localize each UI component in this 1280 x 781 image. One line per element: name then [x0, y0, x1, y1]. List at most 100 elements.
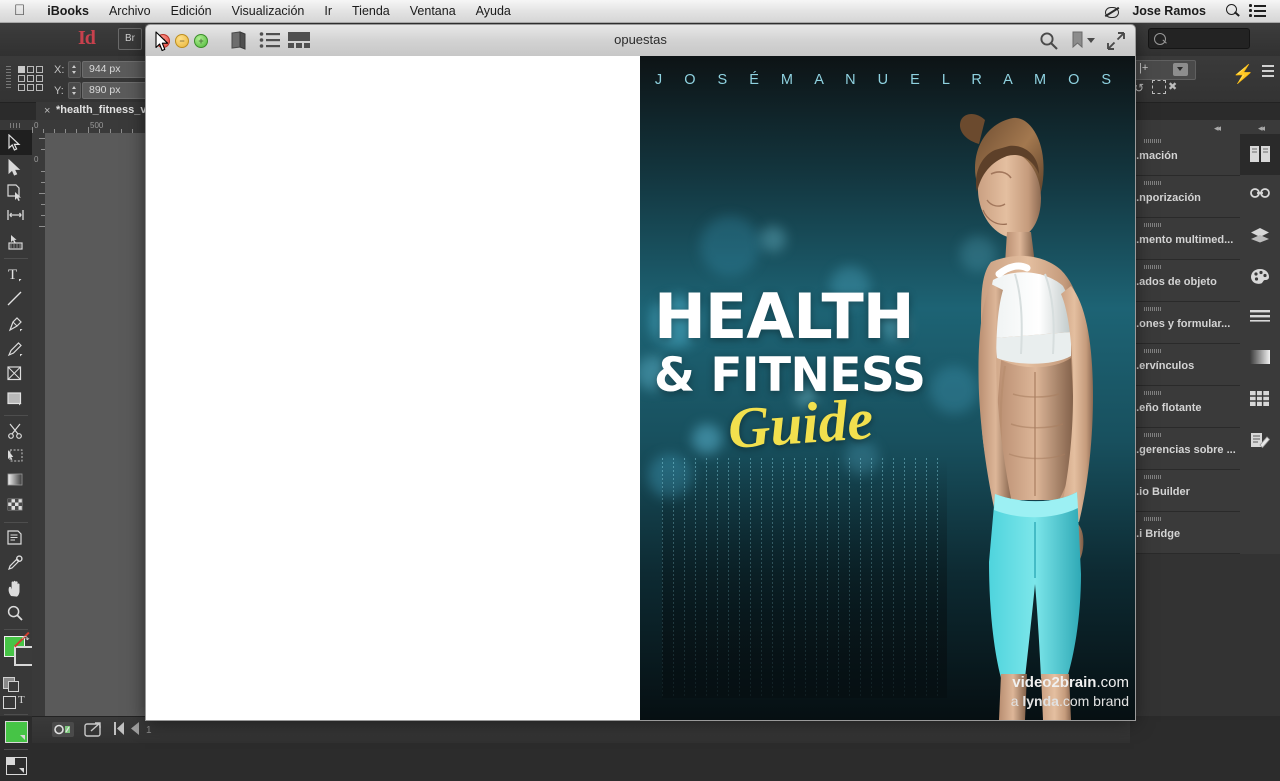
bookmark-icon[interactable]: [1070, 31, 1096, 51]
x-field[interactable]: 944 px: [82, 61, 152, 78]
reference-point-proxy[interactable]: [18, 66, 46, 92]
note-tool[interactable]: [0, 526, 32, 551]
menu-item-visualizacion[interactable]: Visualización: [222, 3, 315, 19]
swatches-panel-icon[interactable]: [1240, 257, 1280, 298]
notification-center-icon[interactable]: [1249, 4, 1266, 18]
panel-sugerencias[interactable]: ...gerencias sobre ...: [1130, 428, 1240, 470]
scissors-tool[interactable]: [0, 419, 32, 444]
screen-mode-button[interactable]: [0, 753, 32, 781]
toolbar-grip[interactable]: [10, 123, 22, 128]
collapse-left-arrows[interactable]: ◂◂: [1214, 123, 1221, 134]
y-field-label: Y:: [54, 85, 64, 97]
stroke-panel-icon[interactable]: [1240, 298, 1280, 339]
content-collector-tool[interactable]: [0, 230, 32, 255]
dock-collapse-bar[interactable]: ◂◂ ◂◂: [1130, 120, 1280, 135]
page-number-field[interactable]: 1: [146, 725, 152, 736]
formatting-affects-toggle[interactable]: [0, 675, 32, 693]
panel-elemento-multimedia[interactable]: ...mento multimed...: [1130, 218, 1240, 260]
apply-color-swatch[interactable]: [0, 718, 32, 746]
y-field[interactable]: 890 px: [82, 82, 152, 99]
previous-page-icon[interactable]: [130, 722, 140, 737]
panel-temporizacion[interactable]: ...nporización: [1130, 176, 1240, 218]
indesign-logo: Id: [78, 27, 96, 49]
user-name-menu[interactable]: Jose Ramos: [1123, 3, 1215, 19]
panel-tab-label: ...ados de objeto: [1130, 276, 1217, 288]
free-transform-tool[interactable]: [0, 444, 32, 469]
athlete-photo: [895, 104, 1135, 720]
collapse-right-arrows[interactable]: ◂◂: [1258, 123, 1265, 134]
panel-tab-grip: [1144, 139, 1162, 143]
panel-hipervinculos[interactable]: ...ervínculos: [1130, 344, 1240, 386]
export-icon[interactable]: [84, 722, 104, 737]
selection-tool[interactable]: [0, 130, 32, 155]
gap-tool[interactable]: [0, 205, 32, 230]
menu-item-archivo[interactable]: Archivo: [99, 3, 161, 19]
table-panel-icon[interactable]: [1240, 380, 1280, 421]
close-icon[interactable]: ×: [44, 105, 50, 117]
watermark-line2-pre: a: [1010, 693, 1023, 709]
menu-item-ventana[interactable]: Ventana: [400, 3, 466, 19]
no-style-icon[interactable]: ✖: [1168, 80, 1177, 93]
y-stepper[interactable]: [68, 82, 81, 99]
type-tool[interactable]: T: [0, 262, 32, 287]
line-tool[interactable]: [0, 287, 32, 312]
panel-diseno-flotante[interactable]: ...eño flotante: [1130, 386, 1240, 428]
page-tool[interactable]: [0, 180, 32, 205]
pencil-tool[interactable]: [0, 337, 32, 362]
control-bar-grip[interactable]: [6, 66, 11, 90]
auto-fit-icon[interactable]: [1152, 80, 1166, 94]
indesign-search-input[interactable]: [1148, 28, 1250, 49]
quick-apply-icon[interactable]: ⚡: [1232, 64, 1254, 85]
panel-menu-icon[interactable]: [1258, 65, 1274, 79]
text-frame-options-dropdown[interactable]: |+: [1134, 60, 1196, 80]
panel-tab-label: ...io Builder: [1130, 486, 1190, 498]
bridge-button[interactable]: Br: [118, 28, 142, 50]
fill-stroke-color[interactable]: ↷: [0, 631, 34, 675]
do-not-disturb-icon[interactable]: [1104, 4, 1120, 19]
menu-item-ibooks[interactable]: iBooks: [37, 3, 99, 19]
panel-tab-label: ...nporización: [1130, 192, 1201, 204]
panel-botones-y-formularios[interactable]: ...ones y formular...: [1130, 302, 1240, 344]
fullscreen-icon[interactable]: [1106, 31, 1128, 51]
ibooks-titlebar[interactable]: × − + opuestas: [145, 24, 1136, 58]
eyedropper-tool[interactable]: [0, 551, 32, 576]
panel-estados-de-objeto[interactable]: ...ados de objeto: [1130, 260, 1240, 302]
book-cover[interactable]: J O S É M A N U E L R A M O S HEALTH & F…: [640, 56, 1135, 720]
rectangle-tool[interactable]: [0, 387, 32, 412]
first-page-icon[interactable]: [114, 722, 126, 737]
panel-folio-builder[interactable]: ...io Builder: [1130, 470, 1240, 512]
x-stepper[interactable]: [68, 61, 81, 78]
formatting-container-text[interactable]: T: [0, 693, 32, 711]
svg-text:T: T: [8, 267, 17, 282]
links-panel-icon[interactable]: [1240, 175, 1280, 216]
document-tab[interactable]: × *health_fitness_v: [36, 102, 155, 121]
pen-tool[interactable]: [0, 312, 32, 337]
styles-panel-icon[interactable]: [1240, 421, 1280, 462]
panel-mini-bridge[interactable]: ...i Bridge: [1130, 512, 1240, 554]
menu-item-ir[interactable]: Ir: [314, 3, 342, 19]
search-icon[interactable]: [1039, 31, 1061, 51]
menu-item-edicion[interactable]: Edición: [161, 3, 222, 19]
ruler-v-label-0: 0: [34, 155, 39, 164]
spotlight-icon[interactable]: [1224, 3, 1240, 19]
menu-item-tienda[interactable]: Tienda: [342, 3, 400, 19]
direct-selection-tool[interactable]: [0, 155, 32, 180]
preflight-icon[interactable]: [52, 722, 74, 737]
gradient-feather-tool[interactable]: [0, 494, 32, 519]
dock-icon-column: [1240, 134, 1280, 554]
hand-tool[interactable]: [0, 576, 32, 601]
panel-tab-grip: [1144, 475, 1162, 479]
panel-animacion[interactable]: ...mación: [1130, 134, 1240, 176]
gradient-swatch-tool[interactable]: [0, 469, 32, 494]
apple-menu-icon[interactable]: : [0, 3, 37, 20]
layers-panel-icon[interactable]: [1240, 216, 1280, 257]
pages-panel-icon[interactable]: [1240, 134, 1280, 175]
panel-tab-grip: [1144, 349, 1162, 353]
gradient-panel-icon[interactable]: [1240, 339, 1280, 380]
frame-tool[interactable]: [0, 362, 32, 387]
document-tab-label: *health_fitness_v: [56, 104, 147, 116]
menu-item-ayuda[interactable]: Ayuda: [466, 3, 521, 19]
zoom-tool[interactable]: [0, 601, 32, 626]
panel-tab-label: ...gerencias sobre ...: [1130, 444, 1236, 456]
panel-tab-label: ...i Bridge: [1130, 528, 1181, 540]
